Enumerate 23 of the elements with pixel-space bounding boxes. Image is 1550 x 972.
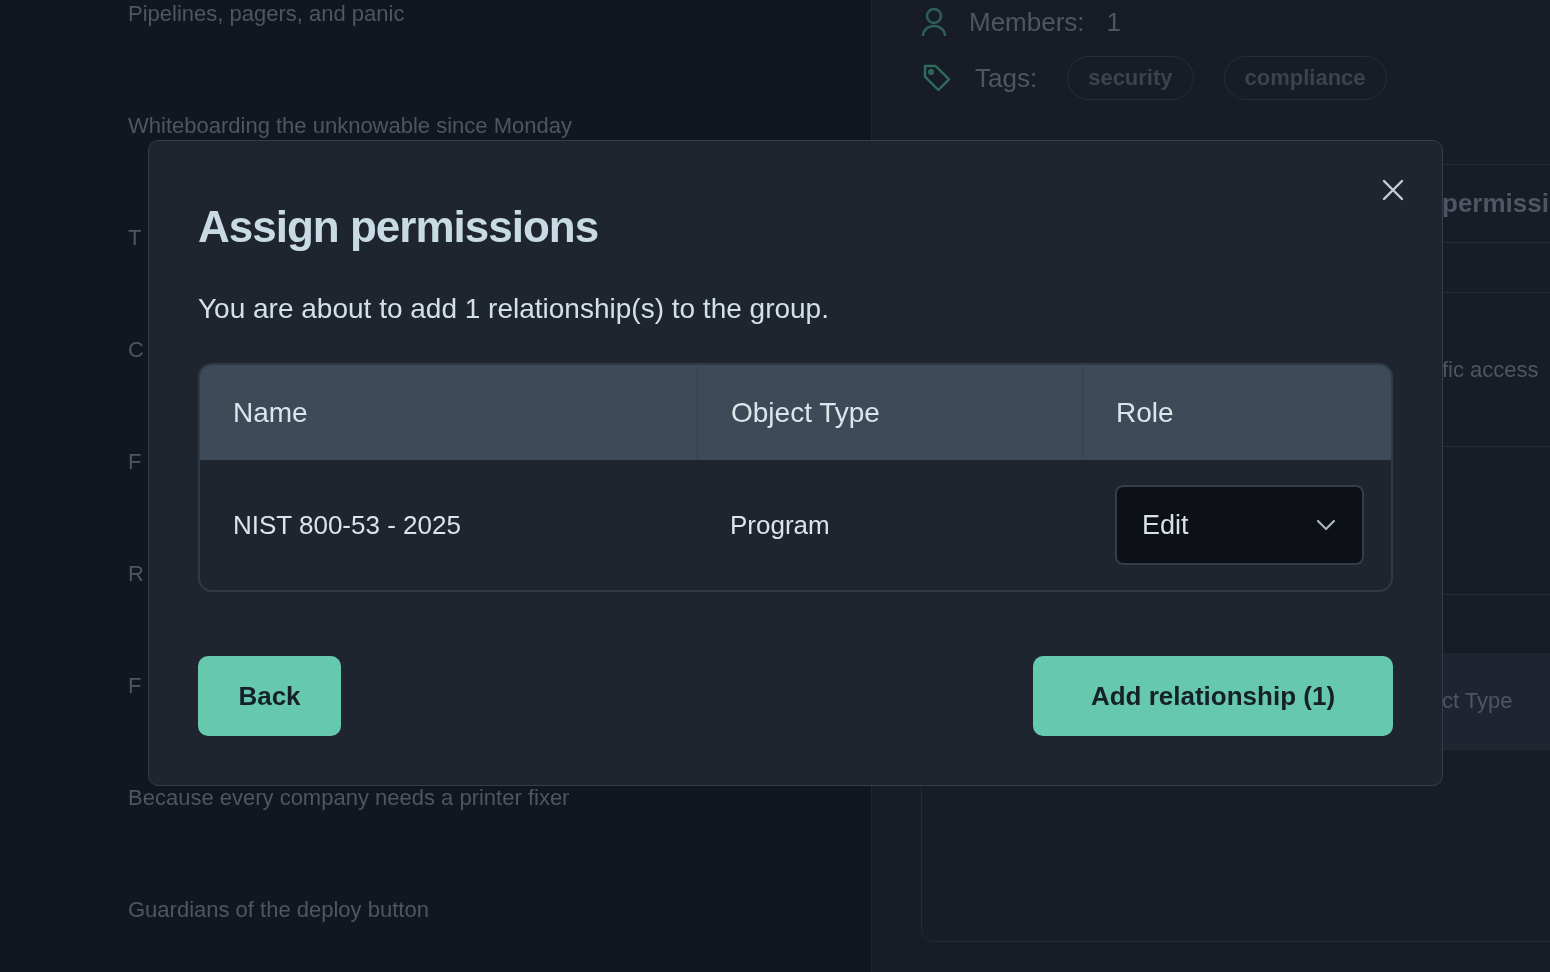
chevron-down-icon — [1316, 519, 1336, 531]
section-heading: permissi — [1442, 188, 1549, 219]
user-icon — [921, 7, 947, 37]
table-cell-text: Program — [729, 508, 831, 542]
group-name[interactable]: Pipelines, pagers, and panic — [128, 1, 871, 113]
close-icon — [1382, 179, 1404, 201]
column-header: Name — [200, 365, 697, 460]
tag-icon — [921, 62, 953, 94]
back-button[interactable]: Back — [198, 656, 341, 736]
tags-label: Tags: — [975, 62, 1038, 94]
table-cell-text: NIST 800-53 - 2025 — [232, 508, 462, 542]
close-button[interactable] — [1380, 177, 1406, 203]
members-label: Members: — [969, 6, 1085, 38]
column-header: Object Type — [697, 365, 1082, 460]
members-count: 1 — [1106, 6, 1122, 38]
column-header: Role — [1082, 365, 1391, 460]
role-select[interactable]: Edit — [1115, 485, 1364, 565]
dialog-message: You are about to add 1 relationship(s) to the group. — [198, 292, 830, 326]
description-text: fic access — [1442, 356, 1539, 383]
group-name[interactable]: Because every company needs a printer fixer — [128, 785, 871, 897]
dialog-title: Assign permissions — [198, 201, 600, 253]
group-name[interactable]: Guardians of the deploy button — [128, 897, 871, 972]
add-relationship-button[interactable]: Add relationship (1) — [1033, 656, 1393, 736]
